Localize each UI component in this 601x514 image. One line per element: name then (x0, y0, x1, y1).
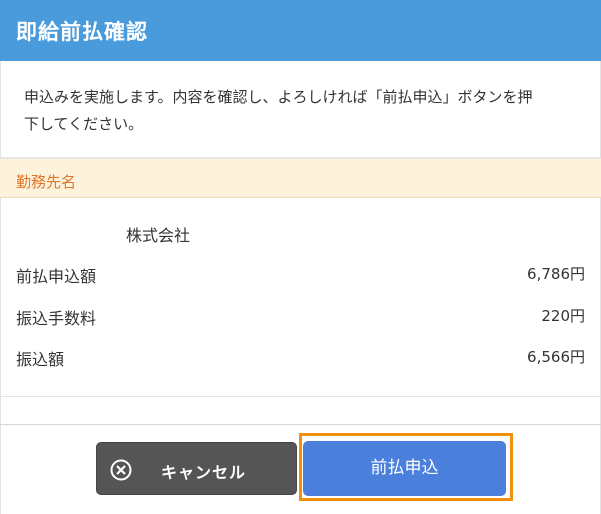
detail-value: 6,566円 (527, 348, 585, 366)
detail-label: 振込額 (16, 350, 65, 369)
detail-row-transfer-fee: 振込手数料 220円 (16, 305, 585, 329)
cancel-button[interactable]: キャンセル (96, 442, 297, 495)
company-name: 株式会社 (126, 226, 191, 245)
detail-label: 前払申込額 (16, 267, 97, 286)
content-divider (0, 396, 601, 397)
dialog-title: 即給前払確認 (0, 0, 601, 61)
detail-value: 6,786円 (527, 265, 585, 283)
close-circle-icon (110, 459, 132, 481)
footer-divider (0, 424, 601, 425)
detail-row-transfer-amount: 振込額 6,566円 (16, 346, 585, 370)
employer-section-header: 勤務先名 (0, 159, 601, 198)
detail-row-advance-amount: 前払申込額 6,786円 (16, 263, 585, 287)
cancel-button-label: キャンセル (161, 463, 247, 482)
confirmation-message-line-1: 申込みを実施します。内容を確認し、よろしければ「前払申込」ボタンを押 (24, 88, 533, 106)
submit-advance-button[interactable]: 前払申込 (303, 441, 506, 496)
detail-value: 220円 (541, 307, 585, 325)
confirmation-message: 申込みを実施します。内容を確認し、よろしければ「前払申込」ボタンを押 下してくだ… (24, 84, 584, 138)
detail-label: 振込手数料 (16, 309, 97, 328)
confirmation-message-line-2: 下してください。 (24, 115, 144, 133)
